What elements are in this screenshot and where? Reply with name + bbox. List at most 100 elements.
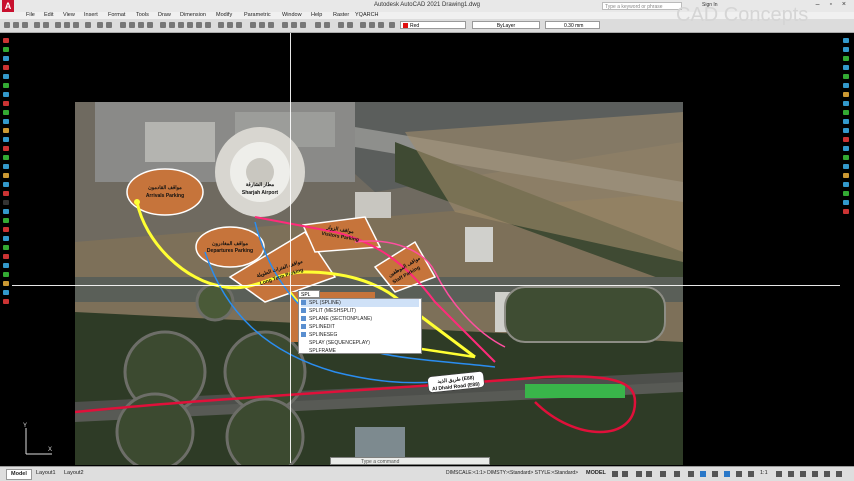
autocomplete-item[interactable]: SPLIT (MESHSPLIT)	[301, 307, 356, 315]
style-icon[interactable]	[250, 22, 256, 28]
autocomplete-item[interactable]: SPLAY (SEQUENCEPLAY)	[301, 339, 370, 347]
save-icon[interactable]	[22, 22, 28, 28]
scale-tool-icon[interactable]	[3, 272, 9, 277]
search-input[interactable]: Type a keyword or phrase	[602, 2, 682, 10]
gradient-tool-icon[interactable]	[3, 173, 9, 178]
dim-space-icon[interactable]	[843, 137, 849, 142]
annotation-monitor-icon[interactable]	[788, 471, 794, 477]
layer-on-icon[interactable]	[282, 22, 288, 28]
rectangle-tool-icon[interactable]	[3, 74, 9, 79]
linetype-select[interactable]: ByLayer	[472, 21, 540, 29]
render-icon[interactable]	[378, 22, 384, 28]
markup-icon[interactable]	[196, 22, 202, 28]
menu-view[interactable]: View	[63, 12, 75, 18]
orbit-icon[interactable]	[360, 22, 366, 28]
dynamic-input-field[interactable]: SPL	[298, 290, 320, 298]
menu-modify[interactable]: Modify	[216, 12, 232, 18]
lineweight-select[interactable]: 0.30 mm	[545, 21, 600, 29]
stretch-tool-icon[interactable]	[3, 281, 9, 286]
revcloud-tool-icon[interactable]	[3, 101, 9, 106]
tablestyle-icon[interactable]	[268, 22, 274, 28]
dim-angular-icon[interactable]	[843, 101, 849, 106]
properties-icon[interactable]	[160, 22, 166, 28]
pan-icon[interactable]	[120, 22, 126, 28]
array-tool-icon[interactable]	[3, 245, 9, 250]
polyline-tool-icon[interactable]	[3, 47, 9, 52]
annotation-scale-value[interactable]: 1:1	[760, 470, 768, 476]
dim-aligned-icon[interactable]	[843, 47, 849, 52]
circle-tool-icon[interactable]	[3, 92, 9, 97]
isolate-objects-icon[interactable]	[824, 471, 830, 477]
insert-block-icon[interactable]	[3, 137, 9, 142]
window-controls[interactable]: – ▫ ×	[816, 1, 850, 8]
design-center-icon[interactable]	[169, 22, 175, 28]
quick-dim-icon[interactable]	[843, 110, 849, 115]
copy-tool-icon[interactable]	[3, 218, 9, 223]
copy-icon[interactable]	[64, 22, 70, 28]
dim-baseline-icon[interactable]	[843, 119, 849, 124]
cut-icon[interactable]	[55, 22, 61, 28]
autocomplete-item[interactable]: SPL (SPLINE)	[301, 299, 419, 307]
quick-properties-icon[interactable]	[812, 471, 818, 477]
layer-freeze-icon[interactable]	[291, 22, 297, 28]
polygon-tool-icon[interactable]	[3, 65, 9, 70]
match-properties-icon[interactable]	[85, 22, 91, 28]
construction-line-icon[interactable]	[3, 56, 9, 61]
selection-cycling-icon[interactable]	[724, 471, 730, 477]
spline-tool-icon[interactable]	[3, 110, 9, 115]
customization-icon[interactable]	[836, 471, 842, 477]
lineweight-icon[interactable]	[700, 471, 706, 477]
model-space-button[interactable]: MODEL	[586, 470, 606, 476]
rotate-tool-icon[interactable]	[3, 263, 9, 268]
layer-state-icon[interactable]	[227, 22, 233, 28]
menu-yqarch[interactable]: YQARCH	[355, 12, 379, 18]
dim-arc-icon[interactable]	[843, 56, 849, 61]
dim-edit-icon[interactable]	[843, 182, 849, 187]
command-line-input[interactable]: Type a command	[330, 457, 490, 465]
menu-window[interactable]: Window	[282, 12, 302, 18]
layer-previous-icon[interactable]	[236, 22, 242, 28]
point-tool-icon[interactable]	[3, 155, 9, 160]
offset-tool-icon[interactable]	[3, 236, 9, 241]
dim-linear-icon[interactable]	[843, 38, 849, 43]
open-icon[interactable]	[13, 22, 19, 28]
transparency-icon[interactable]	[712, 471, 718, 477]
center-mark-icon[interactable]	[843, 155, 849, 160]
dim-diameter-icon[interactable]	[843, 92, 849, 97]
mtext-tool-icon[interactable]	[3, 200, 9, 205]
calculator-icon[interactable]	[205, 22, 211, 28]
arc-tool-icon[interactable]	[3, 83, 9, 88]
extend-tool-icon[interactable]	[3, 299, 9, 304]
menu-format[interactable]: Format	[108, 12, 125, 18]
layer-properties-icon[interactable]	[218, 22, 224, 28]
unisolate-icon[interactable]	[324, 22, 330, 28]
workspace-gear-icon[interactable]	[776, 471, 782, 477]
hatch-tool-icon[interactable]	[3, 164, 9, 169]
dim-update-icon[interactable]	[843, 200, 849, 205]
zoom-icon[interactable]	[129, 22, 135, 28]
tab-layout2[interactable]: Layout2	[60, 469, 88, 478]
make-block-icon[interactable]	[3, 146, 9, 151]
menu-help[interactable]: Help	[311, 12, 322, 18]
new-icon[interactable]	[4, 22, 10, 28]
inspection-icon[interactable]	[843, 164, 849, 169]
table-tool-icon[interactable]	[3, 191, 9, 196]
color-control-icon[interactable]	[389, 22, 395, 28]
redo-icon[interactable]	[106, 22, 112, 28]
menu-dimension[interactable]: Dimension	[180, 12, 206, 18]
annotation-scale-icon[interactable]	[748, 471, 754, 477]
dim-radius-icon[interactable]	[843, 74, 849, 79]
dim-jogged-icon[interactable]	[843, 83, 849, 88]
mirror-tool-icon[interactable]	[3, 227, 9, 232]
menu-file[interactable]: File	[26, 12, 35, 18]
paste-icon[interactable]	[73, 22, 79, 28]
tab-layout1[interactable]: Layout1	[32, 469, 60, 478]
tab-model[interactable]: Model	[6, 469, 32, 480]
tool-palettes-icon[interactable]	[178, 22, 184, 28]
undo-icon[interactable]	[97, 22, 103, 28]
polar-icon[interactable]	[646, 471, 652, 477]
snap-icon[interactable]	[622, 471, 628, 477]
ellipse-arc-tool-icon[interactable]	[3, 128, 9, 133]
erase-tool-icon[interactable]	[3, 209, 9, 214]
walk-icon[interactable]	[338, 22, 344, 28]
